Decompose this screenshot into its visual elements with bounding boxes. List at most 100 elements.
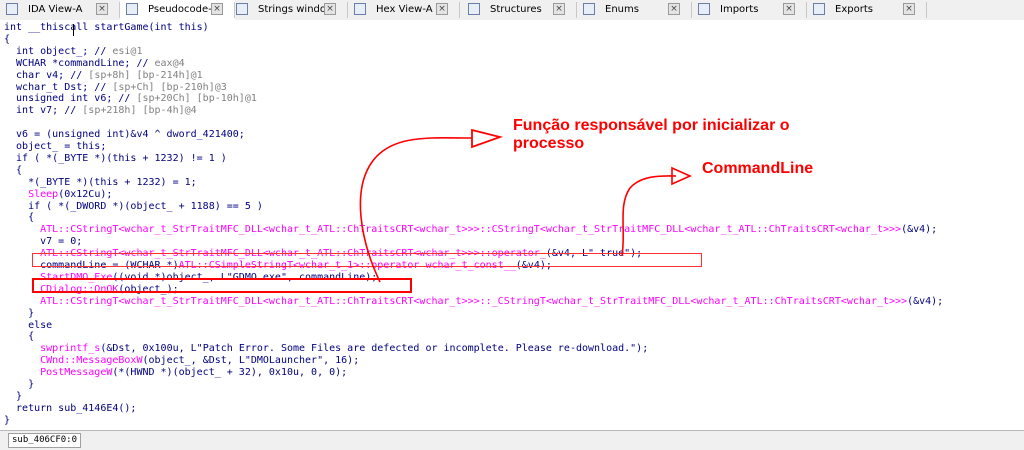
tab-label: Exports (835, 4, 873, 15)
close-icon[interactable]: × (783, 3, 795, 15)
code-line: int __thiscall startGame(int this) (4, 22, 209, 34)
enums-icon (583, 3, 595, 15)
code-line: int v7; // [sp+218h] [bp-4h]@4 (4, 105, 197, 117)
code-line: } (4, 308, 34, 320)
tab-hex-view-a[interactable]: Hex View-A × (348, 0, 460, 20)
tab-label: IDA View-A (28, 4, 83, 15)
code-token: PostMessageW (40, 367, 113, 379)
tab-label: Pseudocode-A (148, 4, 219, 15)
code-token: [sp+20Ch] [bp-10h]@1 (136, 93, 257, 105)
tab-label: Imports (720, 4, 759, 15)
code-line: WCHAR *commandLine; // eax@4 (4, 58, 185, 70)
tab-label: Strings window (258, 4, 335, 15)
code-token: v7 = 0; (4, 236, 83, 248)
code-line: int object_; // esi@1 (4, 46, 142, 58)
code-line: CWnd::MessageBoxW(object_, &Dst, L"DMOLa… (4, 355, 359, 367)
tab-structures[interactable]: Structures × (462, 0, 577, 20)
status-address: sub_406CF0:0 (8, 433, 82, 448)
code-token: (*(HWND *)(object_ + 32), 0x10u, 0, 0); (112, 367, 348, 379)
code-token: v6 = (unsigned int)&v4 ^ dword_421400; (4, 129, 245, 141)
code-token: swprintf_s (40, 343, 101, 355)
code-line: return sub_4146E4(); (4, 403, 136, 415)
tab-separator (926, 2, 927, 18)
close-icon[interactable]: × (436, 3, 448, 15)
tab-ida-view-a[interactable]: IDA View-A × (0, 0, 120, 20)
code-line: PostMessageW(*(HWND *)(object_ + 32), 0x… (4, 367, 347, 379)
code-token: else (4, 319, 53, 331)
code-token: { (4, 33, 11, 45)
code-token: [sp+218h] [bp-4h]@4 (82, 105, 197, 117)
close-icon[interactable]: × (553, 3, 565, 15)
code-token: ATL::CStringT<wchar_t_StrTraitMFC_DLL<wc… (40, 224, 902, 236)
tab-label: Hex View-A (376, 4, 433, 15)
close-icon[interactable]: × (324, 3, 336, 15)
code-token: wchar_t Dst; // (4, 81, 113, 93)
pseudocode-view[interactable]: int __thiscall startGame(int this){ int … (0, 20, 1024, 430)
ida-view-icon (6, 3, 18, 15)
tab-label: Enums (605, 4, 639, 15)
code-line: } (4, 391, 22, 403)
code-token: esi@1 (112, 45, 143, 57)
code-token: } (4, 307, 35, 319)
status-bar: sub_406CF0:0 (0, 430, 1024, 450)
code-line: v7 = 0; (4, 236, 82, 248)
code-token: (&v4); (907, 295, 944, 307)
hex-view-icon (354, 3, 366, 15)
code-token: char v4; // (4, 69, 89, 81)
code-token: (&v4); (901, 224, 938, 236)
code-token: int object_; // (4, 45, 113, 57)
code-token: object_ = this; (4, 141, 107, 152)
code-line: { (4, 34, 10, 46)
code-token: { (4, 212, 35, 224)
code-token: (&Dst, 0x100u, L"Patch Error. Some Files… (100, 343, 649, 355)
code-token: { (4, 331, 35, 343)
tab-label: Structures (490, 4, 542, 15)
code-token: unsigned int v6; // (4, 93, 137, 105)
code-line: if ( *(_BYTE *)(this + 1232) != 1 ) (4, 153, 227, 165)
code-token: ATL::CStringT<wchar_t_StrTraitMFC_DLL<wc… (40, 295, 908, 307)
code-line: { (4, 331, 34, 343)
highlight-box-startdmo (32, 278, 412, 293)
code-token: CWnd::MessageBoxW (40, 355, 143, 367)
strings-icon (236, 3, 248, 15)
tab-imports[interactable]: Imports × (692, 0, 807, 20)
highlight-box-operator (32, 253, 702, 267)
code-token: (0x12Cu); (58, 188, 113, 200)
tab-strings-window[interactable]: Strings window × (230, 0, 348, 20)
code-line: ATL::CStringT<wchar_t_StrTraitMFC_DLL<wc… (4, 224, 937, 236)
code-line: ATL::CStringT<wchar_t_StrTraitMFC_DLL<wc… (4, 296, 943, 308)
code-line: *(_BYTE *)(this + 1232) = 1; (4, 177, 197, 189)
code-token: if ( *(_DWORD *)(object_ + 1188) == 5 ) (4, 200, 263, 212)
code-line: { (4, 165, 22, 177)
code-line: Sleep(0x12Cu); (4, 189, 112, 201)
code-line: unsigned int v6; // [sp+20Ch] [bp-10h]@1 (4, 93, 257, 105)
code-token: eax@4 (154, 57, 185, 69)
tab-exports[interactable]: Exports × (807, 0, 927, 20)
code-line: else (4, 320, 52, 332)
text-cursor (73, 24, 74, 36)
annotation-funcao-line1: Função responsável por inicializar o (513, 117, 790, 134)
close-icon[interactable]: × (96, 3, 108, 15)
close-icon[interactable]: × (903, 3, 915, 15)
annotation-funcao-line2: processo (513, 135, 585, 152)
code-line: v6 = (unsigned int)&v4 ^ dword_421400; (4, 129, 245, 141)
code-token: return sub_4146E4(); (4, 402, 137, 414)
structures-icon (468, 3, 480, 15)
code-line: } (4, 379, 34, 391)
code-token: } (4, 414, 11, 426)
close-icon[interactable]: × (211, 3, 223, 15)
tab-enums[interactable]: Enums × (577, 0, 692, 20)
code-line: { (4, 212, 34, 224)
close-icon[interactable]: × (668, 3, 680, 15)
code-token: Sleep (28, 188, 59, 200)
tab-pseudocode-a[interactable]: Pseudocode-A × (120, 0, 235, 20)
code-token: WCHAR *commandLine; // (4, 57, 155, 69)
exports-icon (813, 3, 825, 15)
code-line: wchar_t Dst; // [sp+Ch] [bp-210h]@3 (4, 82, 227, 94)
code-line: swprintf_s(&Dst, 0x100u, L"Patch Error. … (4, 343, 648, 355)
